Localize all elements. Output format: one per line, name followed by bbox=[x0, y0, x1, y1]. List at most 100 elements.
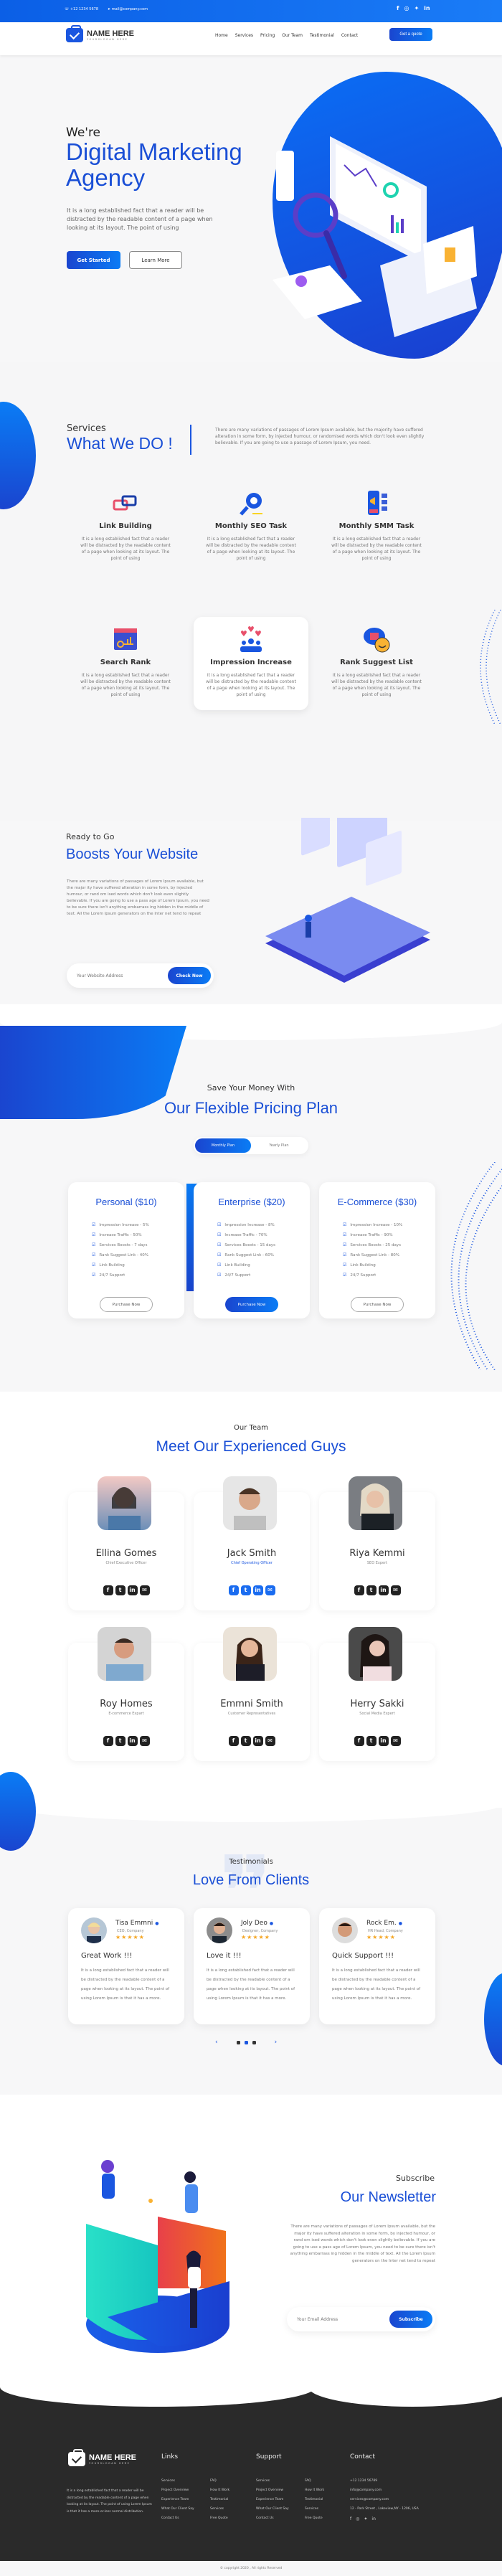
nav-pricing[interactable]: Pricing bbox=[260, 33, 275, 38]
linkedin-icon[interactable]: in bbox=[252, 1736, 263, 1746]
pricing-card-enterprise: Enterprise ($20) Impression Increase - 8… bbox=[194, 1182, 310, 1318]
facebook-icon[interactable]: f bbox=[228, 1736, 239, 1746]
twitter-icon[interactable]: t bbox=[366, 1585, 376, 1595]
service-card-link-building[interactable]: Link Building It is a long established f… bbox=[68, 481, 183, 574]
linkedin-icon[interactable]: in bbox=[378, 1736, 389, 1746]
monthly-plan-tab[interactable]: Monthly Plan bbox=[195, 1138, 251, 1153]
facebook-icon[interactable]: f bbox=[350, 2514, 351, 2524]
email-icon[interactable]: ✉ bbox=[390, 1736, 401, 1746]
twitter-icon[interactable]: t bbox=[115, 1585, 126, 1595]
pager-dot-1[interactable] bbox=[236, 2040, 240, 2044]
email-icon[interactable]: ✉ bbox=[139, 1736, 150, 1746]
linkedin-icon[interactable]: in bbox=[252, 1585, 263, 1595]
website-address-input[interactable] bbox=[77, 973, 168, 978]
top-bar: ☏ +12 1234 5678 ➤ mail@company.com f ◎ ✦… bbox=[0, 0, 502, 22]
social-links: f t in ✉ bbox=[68, 1736, 184, 1746]
twitter-icon[interactable]: t bbox=[240, 1736, 251, 1746]
contact-email[interactable]: info@company.com bbox=[350, 2486, 419, 2495]
newsletter-form: Subscribe bbox=[287, 2307, 435, 2331]
divider bbox=[190, 425, 191, 455]
twitter-icon[interactable]: ✦ bbox=[414, 5, 419, 11]
nav-services[interactable]: Services bbox=[235, 33, 253, 38]
twitter-icon[interactable]: ✦ bbox=[364, 2514, 367, 2524]
newsletter-title: Our Newsletter bbox=[340, 2189, 436, 2205]
purchase-now-button[interactable]: Purchase Now bbox=[225, 1297, 278, 1312]
team-card: Riya Kemmi SEO Expert f t in ✉ bbox=[319, 1476, 435, 1610]
hero-description: It is a long established fact that a rea… bbox=[67, 207, 213, 231]
verified-badge-icon: ● bbox=[269, 1921, 274, 1926]
pager-dot-3[interactable] bbox=[252, 2040, 256, 2044]
plan-features: Impression Increase - 8% Increase Traffi… bbox=[194, 1220, 310, 1280]
email-icon[interactable]: ✉ bbox=[265, 1585, 275, 1595]
verified-badge-icon: ● bbox=[398, 1921, 402, 1926]
facebook-icon[interactable]: f bbox=[354, 1736, 364, 1746]
twitter-icon[interactable]: t bbox=[115, 1736, 126, 1746]
instagram-icon[interactable]: ◎ bbox=[404, 5, 409, 11]
team-card: Roy Homes E-commerce Expart f t in ✉ bbox=[68, 1627, 184, 1761]
footer-links-heading: Links bbox=[161, 2453, 179, 2461]
service-card-monthly-smm[interactable]: Monthly SMM Task It is a long establishe… bbox=[319, 481, 434, 574]
email-icon[interactable]: ✉ bbox=[390, 1585, 401, 1595]
pager-dot-2[interactable] bbox=[244, 2040, 248, 2044]
facebook-icon[interactable]: f bbox=[228, 1585, 239, 1595]
service-card-impression-increase[interactable]: ♥ ♥ ♥ Impression Increase It is a long est… bbox=[194, 617, 308, 710]
linkedin-icon[interactable]: in bbox=[378, 1585, 389, 1595]
dotted-wave-decoration bbox=[480, 610, 501, 725]
facebook-icon[interactable]: f bbox=[103, 1585, 113, 1595]
instagram-icon[interactable]: ◎ bbox=[356, 2514, 359, 2524]
email-icon[interactable]: ✉ bbox=[139, 1585, 150, 1595]
nav-home[interactable]: Home bbox=[215, 33, 228, 38]
email-text[interactable]: ➤ mail@company.com bbox=[108, 7, 148, 11]
check-now-button[interactable]: Check Now bbox=[168, 967, 211, 984]
pricing-card-personal: Personal ($10) Impression Increase - 5% … bbox=[68, 1182, 184, 1318]
monitor-illustration bbox=[330, 136, 427, 265]
linkedin-icon[interactable]: in bbox=[371, 2514, 375, 2524]
learn-more-button[interactable]: Learn More bbox=[129, 251, 182, 269]
facebook-icon[interactable]: f bbox=[103, 1736, 113, 1746]
next-arrow-icon[interactable]: › bbox=[275, 2039, 278, 2046]
linkedin-icon[interactable]: in bbox=[127, 1736, 138, 1746]
brand-logo[interactable]: NAME HERE YOURSLOGAN HERE bbox=[66, 25, 134, 42]
footer-logo[interactable]: NAME HERE YOURSLOGAN HERE bbox=[68, 2449, 136, 2466]
star-rating: ★★★★★ bbox=[241, 1934, 270, 1940]
contact-phone[interactable]: +12 1234 56789 bbox=[350, 2476, 419, 2486]
twitter-icon[interactable]: t bbox=[366, 1736, 376, 1746]
facebook-icon[interactable]: f bbox=[397, 5, 399, 11]
purchase-now-button[interactable]: Purchase Now bbox=[351, 1297, 404, 1312]
linkedin-icon[interactable]: in bbox=[424, 5, 430, 11]
yearly-plan-tab[interactable]: Yearly Plan bbox=[251, 1138, 307, 1153]
team-subtitle: Our Team bbox=[234, 1424, 268, 1432]
service-card-rank-suggest-list[interactable]: Rank Suggest List It is a long establish… bbox=[319, 617, 434, 710]
team-card: Jack Smith Chief Operating Officer f t in ✉ bbox=[194, 1476, 310, 1610]
service-card-monthly-seo[interactable]: Monthly SEO Task It is a long establishe… bbox=[194, 481, 308, 574]
wave-divider bbox=[0, 1786, 502, 1822]
prev-arrow-icon[interactable]: ‹ bbox=[215, 2039, 218, 2046]
plan-toggle: Monthly Plan Yearly Plan bbox=[194, 1137, 308, 1154]
nav-our-team[interactable]: Our Team bbox=[282, 33, 303, 38]
footer-links-col2: FAQ How It Work Testimonial Services Free Qu… bbox=[210, 2479, 230, 2520]
twitter-icon[interactable]: t bbox=[240, 1585, 251, 1595]
link-icon bbox=[111, 489, 140, 518]
get-started-button[interactable]: Get Started bbox=[67, 251, 120, 269]
avatar bbox=[223, 1627, 277, 1681]
email-icon[interactable]: ✉ bbox=[265, 1736, 275, 1746]
nav-testimonial[interactable]: Testimonial bbox=[310, 33, 334, 38]
service-card-search-rank[interactable]: Search Rank It is a long established fac… bbox=[68, 617, 183, 710]
phone-text[interactable]: ☏ +12 1234 5678 bbox=[65, 7, 98, 11]
avatar bbox=[223, 1476, 277, 1530]
blue-blob-decoration bbox=[484, 1973, 502, 2066]
purchase-now-button[interactable]: Purchase Now bbox=[100, 1297, 153, 1312]
subscribe-button[interactable]: Subscribe bbox=[389, 2311, 432, 2328]
wave-divider bbox=[308, 2367, 502, 2407]
nav-contact[interactable]: Contact bbox=[341, 33, 358, 38]
linkedin-icon[interactable]: in bbox=[127, 1585, 138, 1595]
footer-support-col2: FAQ How It Work Testimonial Services Free Qu… bbox=[305, 2479, 325, 2520]
contact-services-email[interactable]: services@company.com bbox=[350, 2495, 419, 2504]
star-rating: ★★★★★ bbox=[366, 1934, 396, 1940]
testimonial-card: Tisa Emmni ● CEO, Company ★★★★★ Great Wor… bbox=[68, 1908, 184, 2024]
boost-title: Boosts Your Website bbox=[66, 846, 199, 862]
email-input[interactable] bbox=[297, 2316, 389, 2322]
get-quote-button[interactable]: Get a quote bbox=[389, 28, 432, 41]
facebook-icon[interactable]: f bbox=[354, 1585, 364, 1595]
wave-divider bbox=[0, 2367, 316, 2407]
